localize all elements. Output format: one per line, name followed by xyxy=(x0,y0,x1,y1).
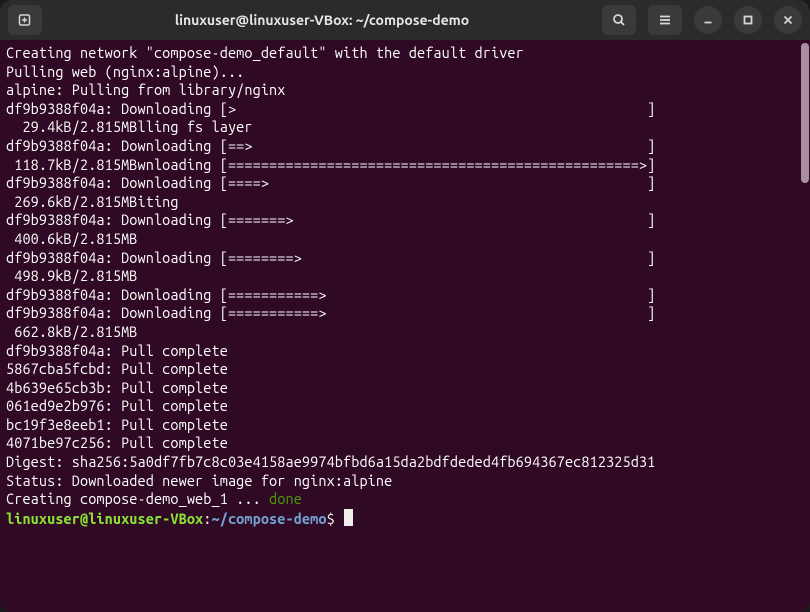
terminal-line: 4071be97c256: Pull complete xyxy=(6,434,228,451)
prompt-colon: : xyxy=(203,510,211,527)
creating-prefix: Creating compose-demo_web_1 ... xyxy=(6,490,269,507)
terminal-line: Pulling web (nginx:alpine)... xyxy=(6,63,244,80)
terminal-line: df9b9388f04a: Downloading [===========> … xyxy=(6,286,655,303)
terminal-line: Digest: sha256:5a0df7fb7c8c03e4158ae9974… xyxy=(6,453,655,470)
prompt-dollar: $ xyxy=(327,510,343,527)
terminal-line: 269.6kB/2.815MBiting xyxy=(6,193,179,210)
terminal-line: df9b9388f04a: Pull complete xyxy=(6,342,228,359)
terminal-output[interactable]: Creating network "compose-demo_default" … xyxy=(0,40,800,612)
terminal-line: 118.7kB/2.815MBwnloading [==============… xyxy=(6,156,655,173)
menu-button[interactable] xyxy=(648,5,682,35)
terminal-line: 662.8kB/2.815MB xyxy=(6,323,138,340)
terminal-line: df9b9388f04a: Downloading [====> ] xyxy=(6,174,655,191)
terminal-line: 5867cba5fcbd: Pull complete xyxy=(6,360,228,377)
close-button[interactable] xyxy=(774,6,802,34)
terminal-line: Status: Downloaded newer image for nginx… xyxy=(6,472,392,489)
scrollbar[interactable] xyxy=(800,40,810,612)
search-button[interactable] xyxy=(602,5,636,35)
terminal-line: 400.6kB/2.815MB xyxy=(6,230,138,247)
new-tab-icon xyxy=(17,12,33,28)
minimize-icon xyxy=(701,13,715,27)
prompt-line: linuxuser@linuxuser-VBox:~/compose-demo$ xyxy=(6,510,353,527)
terminal-line: Creating network "compose-demo_default" … xyxy=(6,44,524,61)
hamburger-icon xyxy=(657,12,673,28)
scrollbar-thumb[interactable] xyxy=(801,43,809,183)
terminal-line: df9b9388f04a: Downloading [==> ] xyxy=(6,137,655,154)
done-text: done xyxy=(269,490,302,507)
cursor xyxy=(344,509,353,526)
terminal-line: bc19f3e8eeb1: Pull complete xyxy=(6,416,228,433)
terminal-line: df9b9388f04a: Downloading [=======> ] xyxy=(6,211,655,228)
terminal-line: 061ed9e2b976: Pull complete xyxy=(6,397,228,414)
close-icon xyxy=(781,13,795,27)
terminal-line: 498.9kB/2.815MB xyxy=(6,267,138,284)
titlebar: linuxuser@linuxuser-VBox: ~/compose-demo xyxy=(0,0,810,40)
terminal-line: df9b9388f04a: Downloading [========> ] xyxy=(6,249,655,266)
terminal-line: 4b639e65cb3b: Pull complete xyxy=(6,379,228,396)
window-title: linuxuser@linuxuser-VBox: ~/compose-demo xyxy=(50,12,594,28)
maximize-icon xyxy=(741,13,755,27)
new-tab-button[interactable] xyxy=(8,5,42,35)
prompt-userhost: linuxuser@linuxuser-VBox xyxy=(6,510,203,527)
minimize-button[interactable] xyxy=(694,6,722,34)
search-icon xyxy=(611,12,627,28)
titlebar-controls xyxy=(602,5,802,35)
terminal-window: linuxuser@linuxuser-VBox: ~/compose-demo xyxy=(0,0,810,612)
terminal-line: df9b9388f04a: Downloading [===========> … xyxy=(6,304,655,321)
terminal-line: alpine: Pulling from library/nginx xyxy=(6,81,285,98)
terminal-line: 29.4kB/2.815MBlling fs layer xyxy=(6,118,253,135)
terminal-line: df9b9388f04a: Downloading [> ] xyxy=(6,100,655,117)
terminal-area: Creating network "compose-demo_default" … xyxy=(0,40,810,612)
prompt-cwd: ~/compose-demo xyxy=(212,510,327,527)
maximize-button[interactable] xyxy=(734,6,762,34)
creating-line: Creating compose-demo_web_1 ... done xyxy=(6,490,302,507)
